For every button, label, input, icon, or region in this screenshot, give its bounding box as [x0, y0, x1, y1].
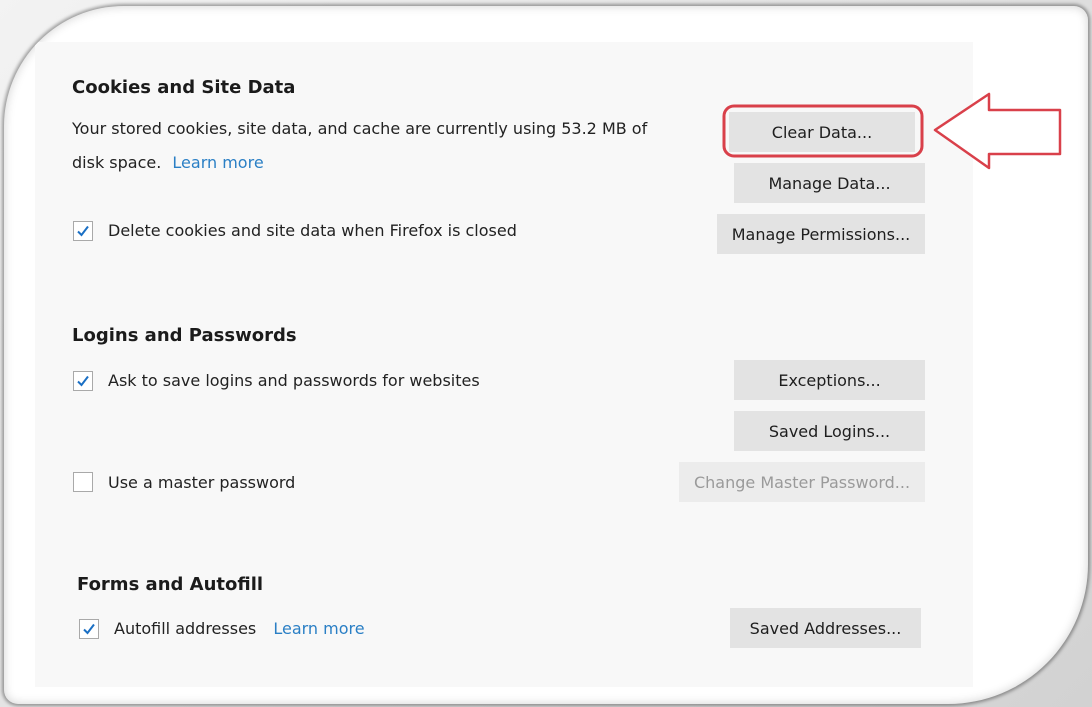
- preferences-card: Cookies and Site Data Your stored cookie…: [4, 6, 1088, 704]
- highlight-circle: [722, 104, 924, 158]
- arrow-icon: [933, 92, 1062, 170]
- annotation-overlay: [722, 92, 1062, 170]
